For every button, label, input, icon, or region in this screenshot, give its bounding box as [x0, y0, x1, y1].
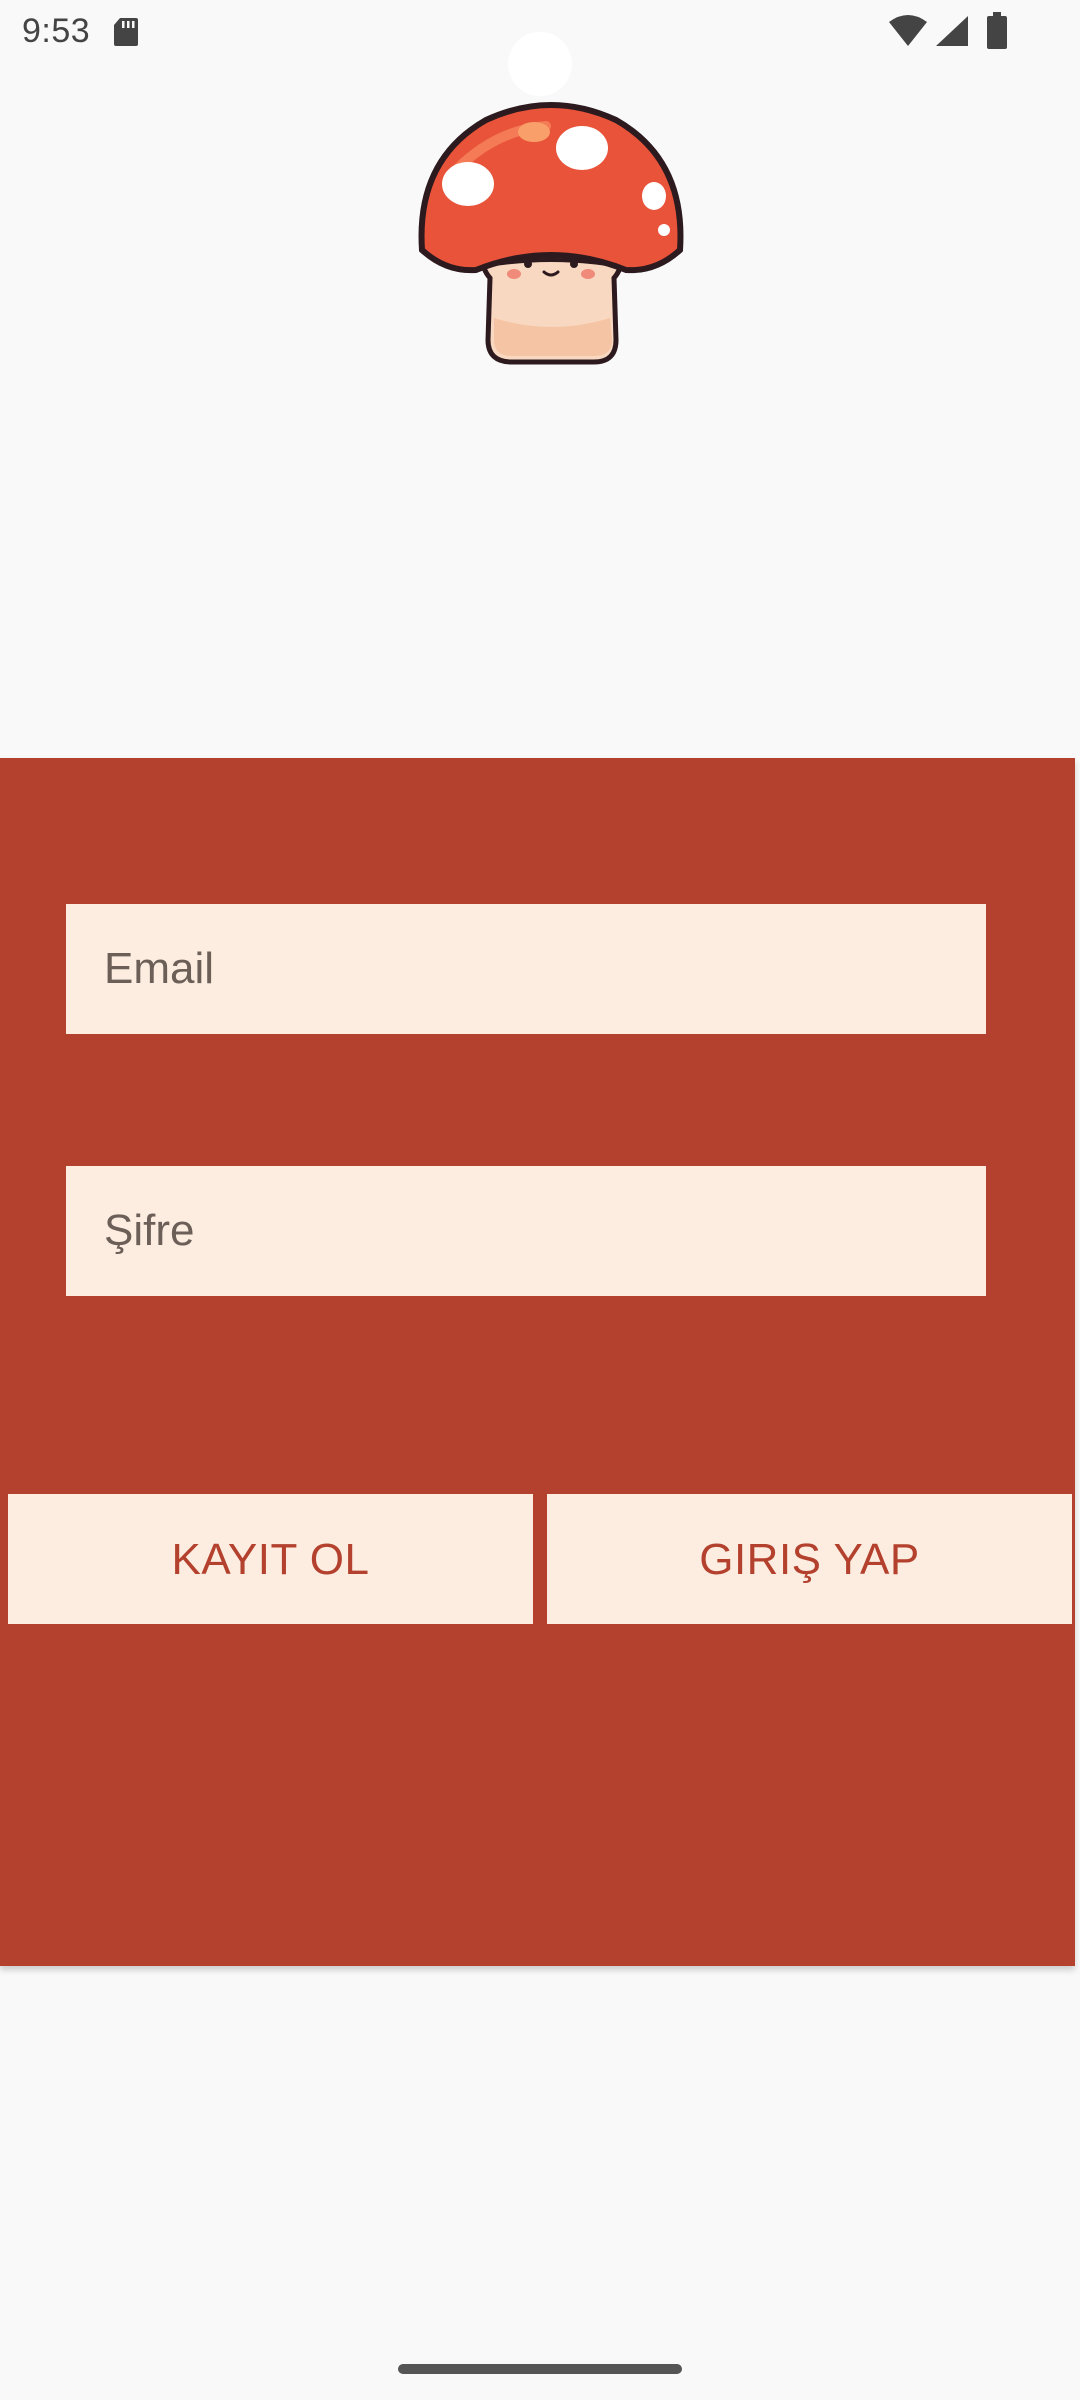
- sd-card-icon: [114, 18, 138, 46]
- battery-icon: [987, 12, 1007, 49]
- home-indicator[interactable]: [398, 2364, 682, 2374]
- wifi-icon: [889, 15, 927, 46]
- status-bar: 9:53: [0, 0, 1080, 96]
- login-panel: KAYIT OL GIRIŞ YAP: [0, 758, 1075, 1966]
- email-field[interactable]: [66, 904, 986, 1034]
- login-screen: 9:53 Email KAYIT OL GIRIŞ YAP: [0, 0, 1080, 2400]
- mushroom-mascot-icon: [418, 102, 684, 365]
- camera-cutout: [508, 32, 572, 96]
- signal-icon: [936, 16, 968, 46]
- register-button[interactable]: KAYIT OL: [8, 1494, 533, 1624]
- password-field[interactable]: [66, 1166, 986, 1296]
- login-button[interactable]: GIRIŞ YAP: [547, 1494, 1072, 1624]
- status-time: 9:53: [22, 12, 91, 50]
